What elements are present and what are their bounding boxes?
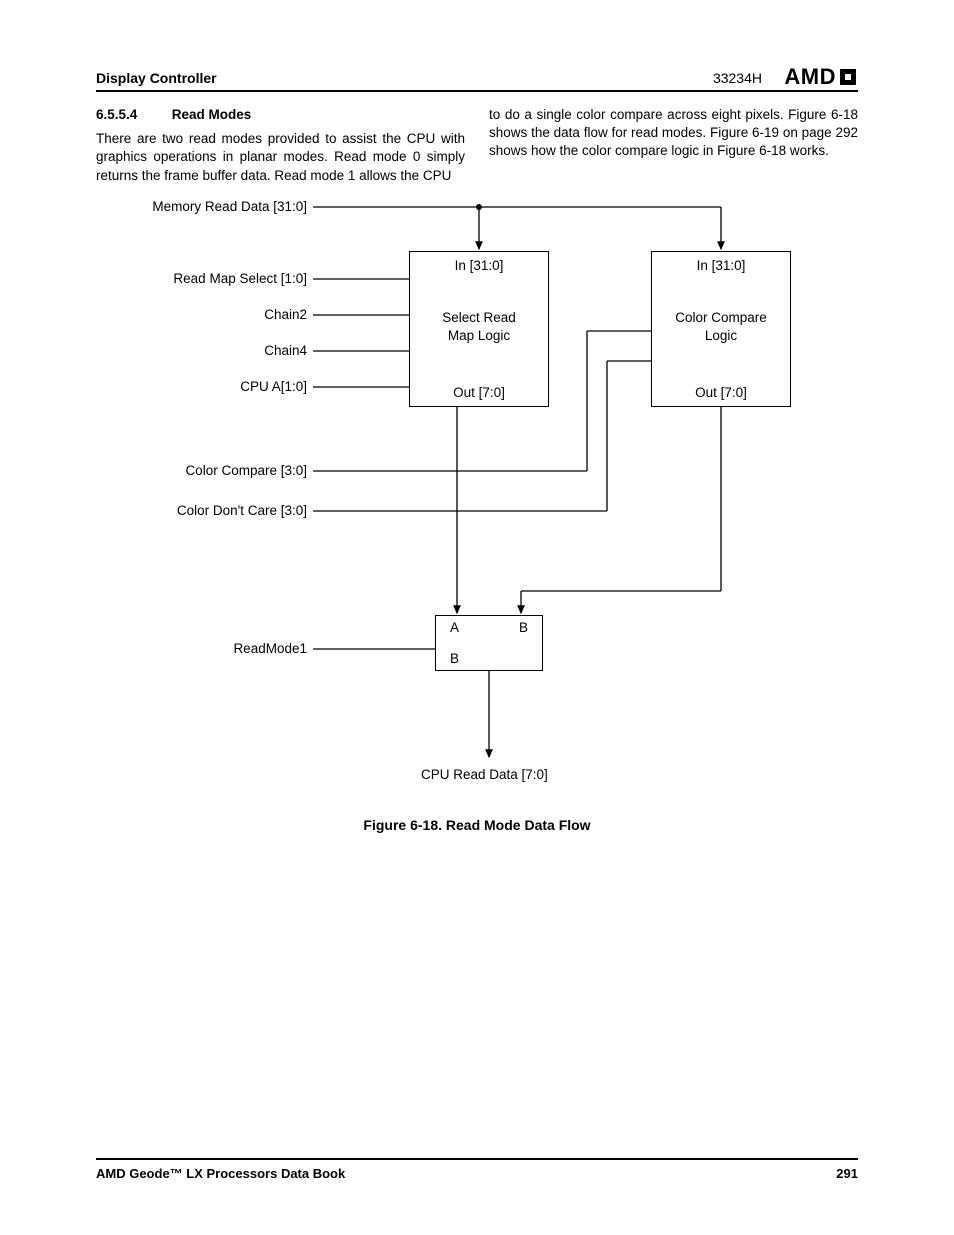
footer-page: 291 <box>836 1166 858 1181</box>
para-right: to do a single color compare across eigh… <box>489 106 858 185</box>
section-number: 6.5.5.4 <box>96 106 168 124</box>
body-columns: 6.5.5.4 Read Modes There are two read mo… <box>96 106 858 185</box>
figure-diagram: Memory Read Data [31:0] Read Map Select … <box>97 191 857 811</box>
footer-book: AMD Geode™ LX Processors Data Book <box>96 1166 345 1181</box>
amd-arrow-icon <box>838 67 858 87</box>
header-doc-code: 33234H <box>713 70 762 86</box>
para-left: There are two read modes provided to ass… <box>96 130 465 185</box>
col-left: 6.5.5.4 Read Modes There are two read mo… <box>96 106 465 185</box>
logo-text: AMD <box>784 64 836 90</box>
wiring <box>97 191 857 811</box>
header-rule <box>96 90 858 92</box>
amd-logo: AMD <box>784 64 858 90</box>
figure-caption: Figure 6-18. Read Mode Data Flow <box>96 817 858 833</box>
page-footer: AMD Geode™ LX Processors Data Book 291 <box>96 1158 858 1181</box>
section-title: Read Modes <box>172 107 252 122</box>
section-heading: 6.5.5.4 Read Modes <box>96 106 465 124</box>
footer-rule <box>96 1158 858 1160</box>
header-section: Display Controller <box>96 70 217 86</box>
page-header: Display Controller 33234H AMD <box>96 70 858 86</box>
